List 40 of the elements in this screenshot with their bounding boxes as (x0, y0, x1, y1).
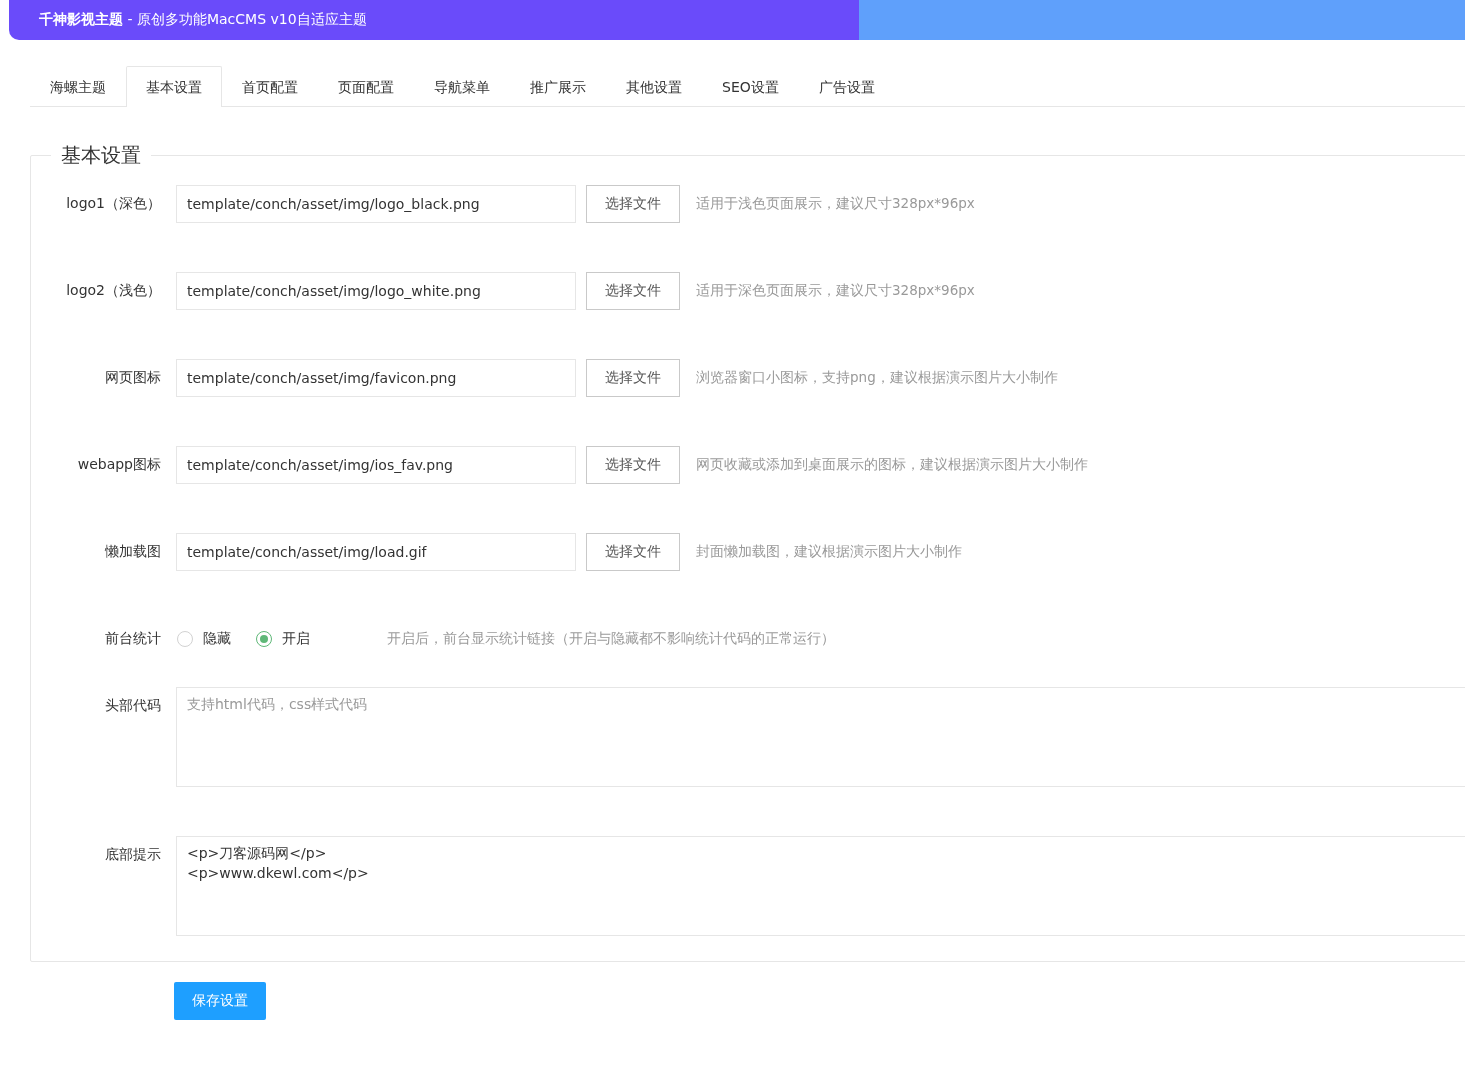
text-input[interactable]: template/conch/asset/img/logo_white.png (176, 272, 576, 310)
choose-file-button[interactable]: 选择文件 (586, 446, 680, 484)
field-label: logo1（深色） (65, 195, 162, 213)
field-label: 懒加载图 (104, 543, 162, 561)
field-label: 底部提示 (104, 845, 162, 864)
hint-text: 网页收藏或添加到桌面展示的图标，建议根据演示图片大小制作 (696, 456, 1088, 474)
field-label: 网页图标 (104, 369, 162, 387)
section-legend: 基本设置 (51, 143, 151, 167)
text-area[interactable]: 支持html代码，css样式代码 (176, 687, 1465, 787)
text-input[interactable]: template/conch/asset/img/ios_fav.png (176, 446, 576, 484)
field-label: logo2（浅色） (65, 282, 162, 300)
text-input[interactable]: template/conch/asset/img/load.gif (176, 533, 576, 571)
hint-text: 封面懒加载图，建议根据演示图片大小制作 (696, 543, 962, 561)
hint-text: 浏览器窗口小图标，支持png，建议根据演示图片大小制作 (696, 369, 1058, 387)
tab[interactable]: 广告设置 (798, 66, 895, 106)
field-label: webapp图标 (76, 456, 162, 474)
tab[interactable]: 导航菜单 (414, 66, 510, 106)
choose-file-button[interactable]: 选择文件 (586, 359, 680, 397)
hint-text: 适用于浅色页面展示，建议尺寸328px*96px (696, 195, 975, 213)
text-input[interactable]: template/conch/asset/img/logo_black.png (176, 185, 576, 223)
field-label: 前台统计 (104, 630, 162, 648)
tab[interactable]: 推广展示 (510, 66, 606, 106)
radio-label[interactable]: 开启 (282, 630, 310, 648)
header-title: 千神影视主题 (39, 11, 123, 29)
radio-label[interactable]: 隐藏 (203, 630, 231, 648)
choose-file-button[interactable]: 选择文件 (586, 272, 680, 310)
tab[interactable]: 其他设置 (606, 66, 702, 106)
tab[interactable]: 首页配置 (222, 66, 318, 106)
tab[interactable]: 海螺主题 (30, 66, 126, 106)
text-area[interactable]: <p>刀客源码网</p> <p>www.dkewl.com</p> (176, 836, 1465, 936)
tab[interactable]: 基本设置 (126, 66, 222, 107)
text-input[interactable]: template/conch/asset/img/favicon.png (176, 359, 576, 397)
header-subtitle: - 原创多功能MacCMS v10自适应主题 (126, 11, 367, 29)
field-label: 头部代码 (104, 696, 162, 715)
hint-text: 适用于深色页面展示，建议尺寸328px*96px (696, 282, 975, 300)
tab[interactable]: 页面配置 (318, 66, 414, 106)
choose-file-button[interactable]: 选择文件 (586, 185, 680, 223)
choose-file-button[interactable]: 选择文件 (586, 533, 680, 571)
tab[interactable]: SEO设置 (702, 66, 799, 106)
hint-text: 开启后，前台显示统计链接（开启与隐藏都不影响统计代码的正常运行） (387, 630, 835, 648)
